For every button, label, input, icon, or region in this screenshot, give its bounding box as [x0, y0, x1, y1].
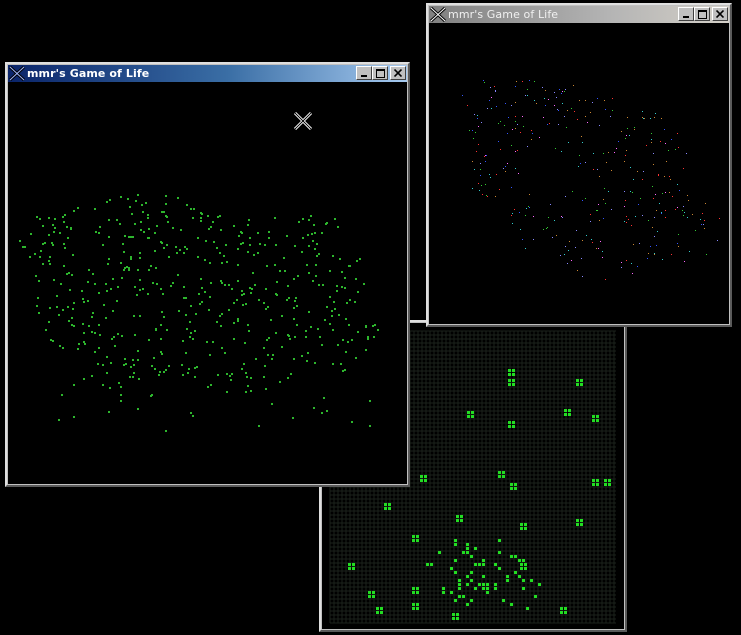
- minimize-icon: [361, 75, 367, 77]
- maximize-icon: [697, 9, 707, 19]
- cells-canvas[interactable]: [8, 82, 407, 484]
- maximize-button[interactable]: [372, 66, 388, 80]
- window-left[interactable]: mmr's Game of Life: [5, 62, 410, 487]
- colored-cells-canvas[interactable]: [429, 23, 729, 324]
- titlebar-right[interactable]: mmr's Game of Life: [429, 6, 729, 23]
- titlebar-left[interactable]: mmr's Game of Life: [8, 65, 407, 82]
- minimize-button[interactable]: [356, 66, 372, 80]
- close-button[interactable]: [712, 7, 728, 21]
- maximize-icon: [375, 68, 385, 78]
- maximize-button[interactable]: [694, 7, 710, 21]
- window-right[interactable]: mmr's Game of Life: [426, 3, 732, 327]
- close-icon: [716, 10, 724, 18]
- x-logo-icon[interactable]: [430, 7, 446, 22]
- close-icon: [394, 69, 402, 77]
- left-canvas[interactable]: [8, 82, 407, 484]
- minimize-icon: [683, 16, 689, 18]
- close-button[interactable]: [390, 66, 406, 80]
- window-title: mmr's Game of Life: [27, 67, 150, 80]
- window-title: mmr's Game of Life: [448, 8, 559, 21]
- minimize-button[interactable]: [678, 7, 694, 21]
- right-canvas[interactable]: [429, 23, 729, 324]
- x-logo-icon[interactable]: [9, 66, 25, 81]
- x-cursor-icon: [293, 111, 313, 131]
